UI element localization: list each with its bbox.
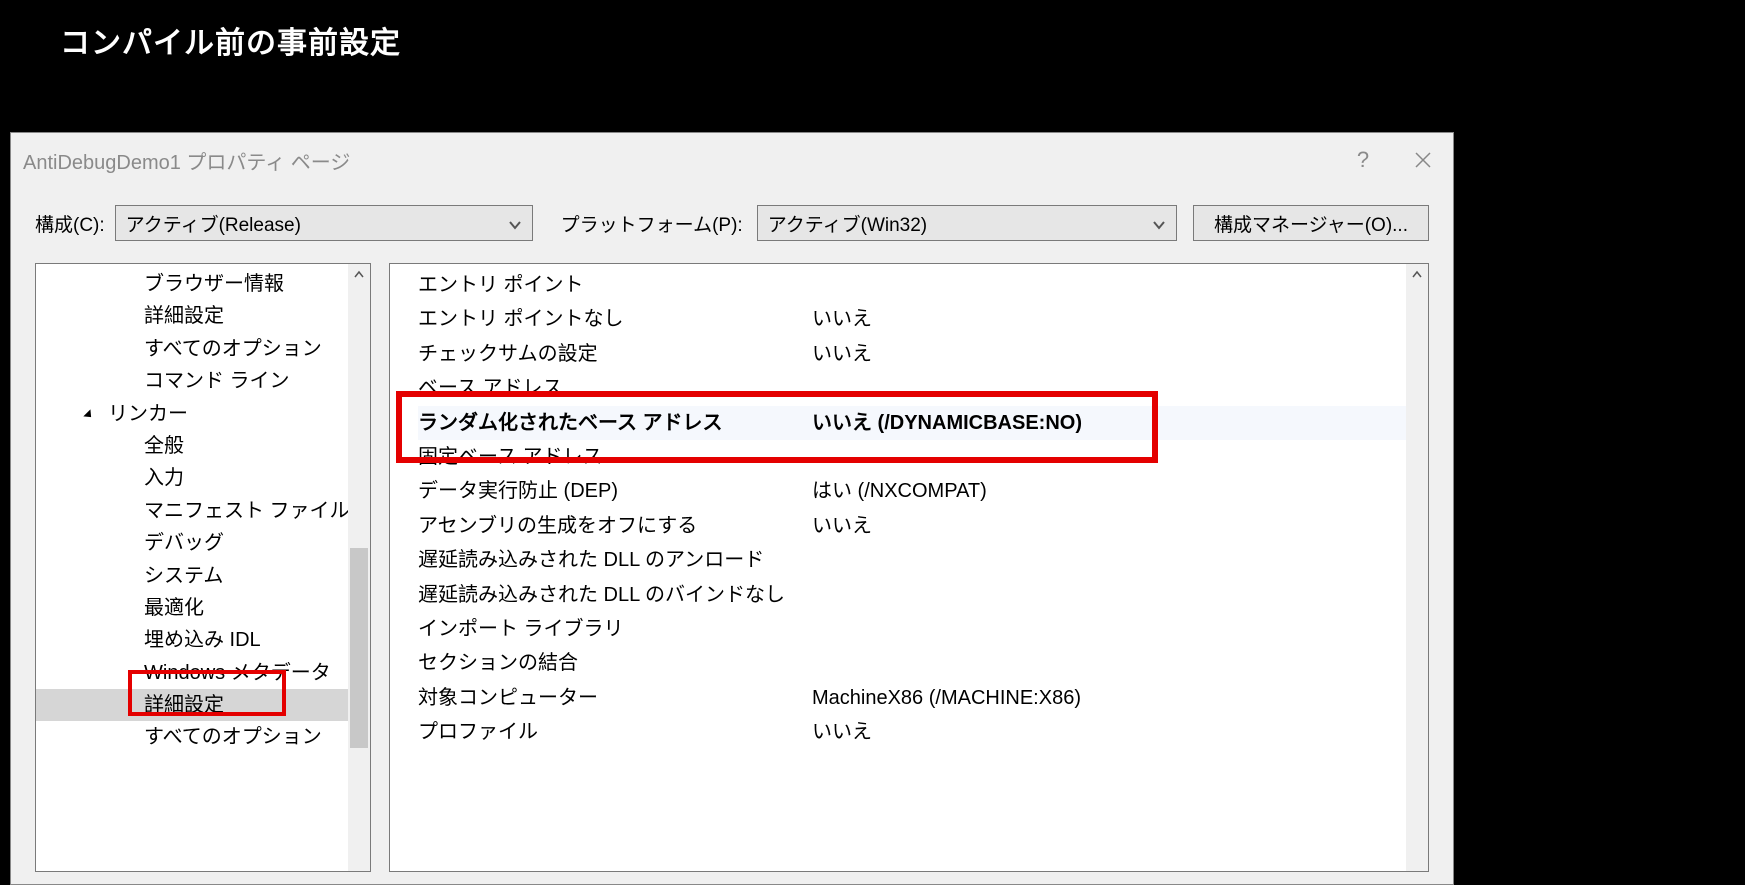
property-value: いいえ (812, 337, 1428, 371)
property-value (812, 543, 1428, 577)
property-value (812, 371, 1428, 405)
property-row[interactable]: プロファイルいいえ (418, 715, 1428, 749)
property-row[interactable]: データ実行防止 (DEP)はい (/NXCOMPAT) (418, 474, 1428, 508)
chevron-down-icon (1152, 216, 1166, 230)
titlebar-controls: ? (1333, 133, 1453, 187)
property-row[interactable]: 遅延読み込みされた DLL のアンロード (418, 543, 1428, 577)
scroll-up-icon[interactable] (1406, 264, 1428, 286)
property-value (812, 612, 1428, 646)
tree-item[interactable]: すべてのオプション (36, 333, 370, 365)
property-value: いいえ (812, 715, 1428, 749)
property-value: いいえ (812, 302, 1428, 336)
property-value (812, 578, 1428, 612)
tree-item[interactable]: 最適化 (36, 592, 370, 624)
property-value (812, 646, 1428, 680)
property-row[interactable]: チェックサムの設定いいえ (418, 337, 1428, 371)
category-tree-panel: ブラウザー情報詳細設定すべてのオプションコマンド ラインリンカー全般入力マニフェ… (35, 263, 371, 872)
property-row[interactable]: ランダム化されたベース アドレスいいえ (/DYNAMICBASE:NO) (418, 406, 1428, 440)
property-row[interactable]: エントリ ポイント (418, 268, 1428, 302)
property-label: 固定ベース アドレス (418, 440, 812, 474)
titlebar: AntiDebugDemo1 プロパティ ページ ? (11, 133, 1453, 187)
platform-label: プラットフォーム(P): (561, 210, 743, 237)
property-row[interactable]: 遅延読み込みされた DLL のバインドなし (418, 578, 1428, 612)
property-row[interactable]: エントリ ポイントなしいいえ (418, 302, 1428, 336)
tree-node-linker[interactable]: リンカー (36, 398, 370, 430)
property-label: 遅延読み込みされた DLL のアンロード (418, 543, 812, 577)
property-row[interactable]: アセンブリの生成をオフにするいいえ (418, 509, 1428, 543)
property-label: プロファイル (418, 715, 812, 749)
configuration-value: アクティブ(Release) (126, 210, 301, 237)
help-button[interactable]: ? (1333, 133, 1393, 187)
property-value (812, 440, 1428, 474)
tree-item[interactable]: コマンド ライン (36, 365, 370, 397)
properties-panel: エントリ ポイントエントリ ポイントなしいいえチェックサムの設定いいえベース ア… (389, 263, 1429, 872)
configuration-label: 構成(C): (35, 210, 105, 237)
property-row[interactable]: セクションの結合 (418, 646, 1428, 680)
property-label: データ実行防止 (DEP) (418, 474, 812, 508)
configuration-manager-label: 構成マネージャー(O)... (1214, 210, 1408, 237)
property-label: エントリ ポイント (418, 268, 812, 302)
property-value: MachineX86 (/MACHINE:X86) (812, 681, 1428, 715)
property-label: チェックサムの設定 (418, 337, 812, 371)
tree-item[interactable]: 埋め込み IDL (36, 624, 370, 656)
tree-item[interactable]: システム (36, 560, 370, 592)
property-label: ランダム化されたベース アドレス (418, 406, 812, 440)
property-label: インポート ライブラリ (418, 612, 812, 646)
property-row[interactable]: 対象コンピューターMachineX86 (/MACHINE:X86) (418, 681, 1428, 715)
property-value: いいえ (/DYNAMICBASE:NO) (812, 406, 1428, 440)
property-row[interactable]: 固定ベース アドレス (418, 440, 1428, 474)
property-value: いいえ (812, 509, 1428, 543)
scroll-up-icon[interactable] (348, 264, 370, 286)
property-label: 遅延読み込みされた DLL のバインドなし (418, 578, 812, 612)
slide-title: コンパイル前の事前設定 (60, 18, 401, 62)
tree-item[interactable]: デバッグ (36, 527, 370, 559)
property-label: セクションの結合 (418, 646, 812, 680)
dialog-title: AntiDebugDemo1 プロパティ ページ (23, 146, 350, 175)
configuration-manager-button[interactable]: 構成マネージャー(O)... (1193, 205, 1429, 241)
property-row[interactable]: インポート ライブラリ (418, 612, 1428, 646)
tree-item[interactable]: ブラウザー情報 (36, 268, 370, 300)
tree-scrollbar[interactable] (348, 264, 370, 871)
property-page-dialog: AntiDebugDemo1 プロパティ ページ ? 構成(C): アクティブ(… (10, 132, 1454, 885)
tree-item[interactable]: すべてのオプション (36, 721, 370, 753)
property-row[interactable]: ベース アドレス (418, 371, 1428, 405)
scroll-thumb[interactable] (350, 548, 368, 748)
tree-item[interactable]: 詳細設定 (36, 689, 370, 721)
close-button[interactable] (1393, 133, 1453, 187)
property-value: はい (/NXCOMPAT) (812, 474, 1428, 508)
toolbar: 構成(C): アクティブ(Release) プラットフォーム(P): アクティブ… (11, 187, 1453, 263)
tree-item[interactable]: 入力 (36, 462, 370, 494)
configuration-dropdown[interactable]: アクティブ(Release) (115, 205, 533, 241)
property-label: アセンブリの生成をオフにする (418, 509, 812, 543)
chevron-down-icon (508, 216, 522, 230)
tree-item[interactable]: マニフェスト ファイル (36, 495, 370, 527)
content-area: ブラウザー情報詳細設定すべてのオプションコマンド ラインリンカー全般入力マニフェ… (11, 263, 1453, 882)
property-label: エントリ ポイントなし (418, 302, 812, 336)
platform-dropdown[interactable]: アクティブ(Win32) (757, 205, 1177, 241)
property-value (812, 268, 1428, 302)
property-label: 対象コンピューター (418, 681, 812, 715)
tree-item[interactable]: 詳細設定 (36, 300, 370, 332)
platform-value: アクティブ(Win32) (768, 210, 927, 237)
main-scrollbar[interactable] (1406, 264, 1428, 871)
tree-item[interactable]: 全般 (36, 430, 370, 462)
tree-item[interactable]: Windows メタデータ (36, 657, 370, 689)
property-label: ベース アドレス (418, 371, 812, 405)
close-icon (1414, 151, 1432, 169)
